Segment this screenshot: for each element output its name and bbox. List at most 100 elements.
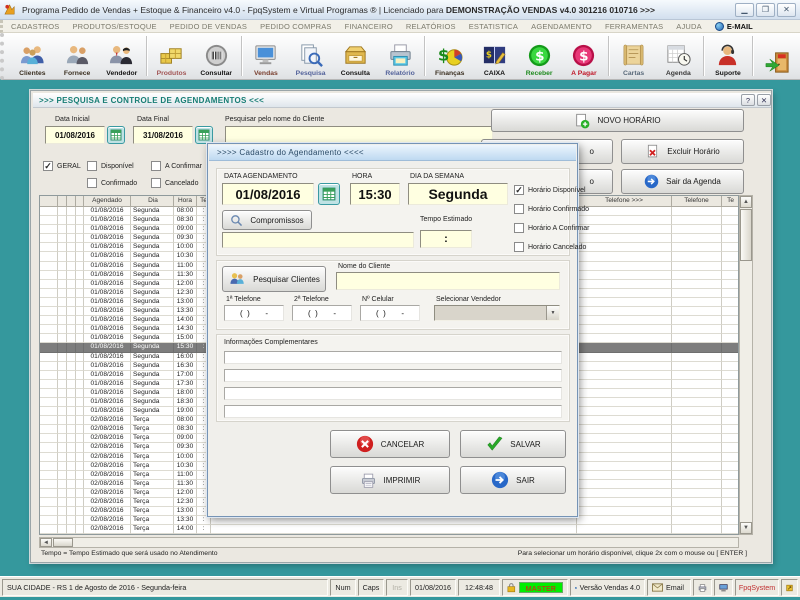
data-inicial-input[interactable] — [45, 126, 105, 144]
restore-button[interactable]: ❐ — [756, 3, 775, 17]
table-row[interactable]: 02/08/2016 Terça 14:00 : — [40, 525, 738, 534]
cell-dia: Segunda — [131, 353, 174, 362]
cell-hora: 11:00 — [174, 262, 197, 271]
table-row[interactable]: 02/08/2016 Terça 13:30 : — [40, 516, 738, 525]
filter-geral-checkbox[interactable]: GERAL — [43, 161, 81, 171]
toolbar-vendedor[interactable]: Vendedor — [99, 33, 144, 79]
menu-estatistica[interactable]: ESTATISTICA — [469, 22, 518, 31]
info-input-1[interactable] — [224, 351, 562, 364]
vendedor-select[interactable]: ▼ — [434, 305, 560, 321]
nome-cliente-input[interactable] — [336, 272, 560, 290]
data-inicial-calendar-button[interactable] — [107, 126, 125, 144]
toolbar-suporte[interactable]: Suporte — [706, 33, 751, 79]
toolbar-exit[interactable] — [755, 33, 800, 79]
info-input-2[interactable] — [224, 369, 562, 382]
toolbar-caixa[interactable]: $ CAIXA — [472, 33, 517, 79]
menu-produtos-estoque[interactable]: PRODUTOS/ESTOQUE — [72, 22, 156, 31]
cell-hora: 08:30 — [174, 216, 197, 225]
toolbar-produtos[interactable]: Produtos — [149, 33, 194, 79]
checkbox-icon — [151, 178, 161, 188]
cell-dia: Terça — [131, 416, 174, 425]
window-close-button[interactable]: ✕ — [757, 94, 771, 106]
data-agendamento-field[interactable]: 01/08/2016 — [222, 183, 314, 205]
imprimir-button[interactable]: IMPRIMIR — [330, 466, 450, 494]
toolbar-apagar[interactable]: $ A Pagar — [562, 33, 607, 79]
window-help-button[interactable]: ? — [741, 94, 755, 106]
toolbar-consulta[interactable]: Consulta — [333, 33, 378, 79]
filter-disponivel-checkbox[interactable]: Disponível — [87, 161, 134, 171]
toolbar-pesquisa[interactable]: Pesquisa — [288, 33, 333, 79]
tempo-estimado-field[interactable]: : — [420, 230, 472, 248]
novo-horario-button[interactable]: NOVO HORÁRIO — [491, 109, 744, 132]
toolbar-fornece[interactable]: Fornece — [55, 33, 100, 79]
col-dia: Dia — [131, 196, 174, 207]
horario-cancelado-checkbox[interactable]: Horário Cancelado — [514, 242, 586, 252]
checkbox-label: A Confirmar — [165, 163, 202, 170]
magnifier-icon — [230, 214, 243, 227]
menu-relatorios[interactable]: RELATÓRIOS — [406, 22, 456, 31]
minimize-button[interactable]: ▁ — [735, 3, 754, 17]
telefone1-input[interactable] — [224, 305, 284, 321]
excluir-horario-button[interactable]: Excluir Horário — [621, 139, 744, 164]
cell-agendado: 01/08/2016 — [84, 216, 131, 225]
menu-cadastros[interactable]: CADASTROS — [11, 22, 59, 31]
filter-a-confirmar-checkbox[interactable]: A Confirmar — [151, 161, 202, 171]
scroll-thumb[interactable] — [53, 538, 73, 547]
pesquisar-clientes-button[interactable]: Pesquisar Clientes — [222, 266, 326, 292]
hora-field[interactable]: 15:30 — [350, 183, 400, 205]
dialog-calendar-button[interactable] — [318, 183, 340, 205]
status-printer[interactable] — [693, 579, 712, 596]
window-caption[interactable]: >>> PESQUISA E CONTROLE DE AGENDAMENTOS … — [33, 93, 771, 108]
horario-a-confirmar-checkbox[interactable]: Horário A Confirmar — [514, 223, 589, 233]
dialog-caption[interactable]: >>>> Cadastro do Agendamento <<<< — [209, 145, 576, 161]
table-horizontal-scrollbar[interactable]: ◄ — [39, 537, 739, 548]
informacoes-label: Informações Complementares — [224, 339, 318, 346]
horario-confirmado-checkbox[interactable]: Horário Confirmado — [514, 204, 589, 214]
data-final-input[interactable] — [133, 126, 193, 144]
menu-ferramentas[interactable]: FERRAMENTAS — [605, 22, 663, 31]
filter-confirmado-checkbox[interactable]: Confirmado — [87, 178, 137, 188]
data-final-label: Data Final — [137, 116, 169, 123]
compromissos-input[interactable] — [222, 232, 414, 248]
sair-button[interactable]: SAIR — [460, 466, 566, 494]
info-input-3[interactable] — [224, 387, 562, 400]
cancelar-button[interactable]: CANCELAR — [330, 430, 450, 458]
toolbar-agenda[interactable]: Agenda — [656, 33, 701, 79]
toolbar-vendas[interactable]: Vendas — [244, 33, 289, 79]
close-app-button[interactable]: ✕ — [777, 3, 796, 17]
status-email[interactable]: Email — [647, 579, 691, 596]
toolbar-consultar[interactable]: Consultar — [194, 33, 239, 79]
salvar-button[interactable]: SALVAR — [460, 430, 566, 458]
compromissos-button[interactable]: Compromissos — [222, 210, 312, 230]
toolbar-clientes[interactable]: Clientes — [10, 33, 55, 79]
scroll-left-icon[interactable]: ◄ — [40, 538, 52, 547]
data-final-calendar-button[interactable] — [195, 126, 213, 144]
menu-agendamento[interactable]: AGENDAMENTO — [531, 22, 592, 31]
menu-pedido-compras[interactable]: PEDIDO COMPRAS — [260, 22, 332, 31]
menu-email[interactable]: E-MAIL — [715, 22, 753, 31]
toolbar-financas[interactable]: $ Finanças — [427, 33, 472, 79]
scroll-thumb[interactable] — [740, 209, 752, 261]
cell-agendado: 01/08/2016 — [84, 271, 131, 280]
info-input-4[interactable] — [224, 405, 562, 418]
filter-cancelado-checkbox[interactable]: Cancelado — [151, 178, 198, 188]
menu-pedido-vendas[interactable]: PEDIDO DE VENDAS — [170, 22, 247, 31]
sair-agenda-button[interactable]: Sair da Agenda — [621, 169, 744, 194]
toolbar-cartas[interactable]: Cartas — [611, 33, 656, 79]
col-telefone2: Telefone — [672, 196, 722, 207]
menu-ajuda[interactable]: AJUDA — [676, 22, 702, 31]
horario-disponivel-checkbox[interactable]: Horário Disponível — [514, 185, 586, 195]
toolbar-label: A Pagar — [571, 70, 596, 77]
chevron-down-icon[interactable]: ▼ — [546, 306, 559, 320]
print-icon — [360, 472, 377, 489]
toolbar-relatorio[interactable]: Relatório — [378, 33, 423, 79]
scroll-up-icon[interactable]: ▲ — [740, 196, 752, 208]
delete-icon — [645, 144, 660, 159]
menu-financeiro[interactable]: FINANCEIRO — [345, 22, 393, 31]
scroll-down-icon[interactable]: ▼ — [740, 522, 752, 534]
celular-input[interactable] — [360, 305, 420, 321]
table-vertical-scrollbar[interactable]: ▲ ▼ — [739, 195, 753, 535]
toolbar-receber[interactable]: $ Receber — [517, 33, 562, 79]
telefone2-input[interactable] — [292, 305, 352, 321]
status-network[interactable] — [714, 579, 733, 596]
